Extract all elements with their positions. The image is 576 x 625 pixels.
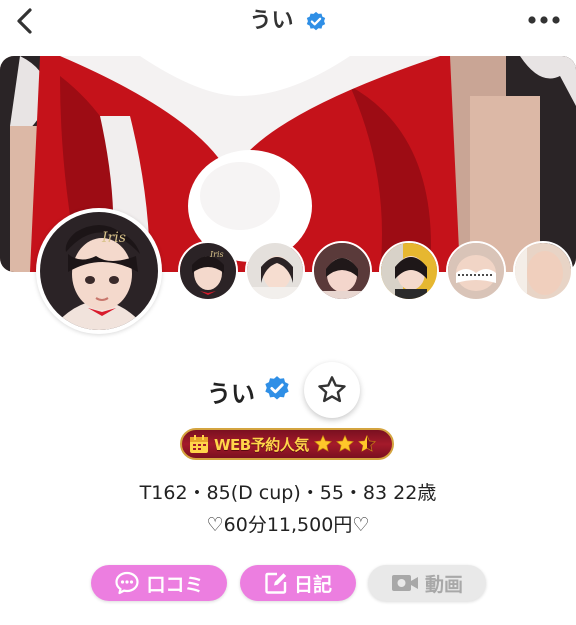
- star-filled-icon: [313, 434, 332, 452]
- edit-note-icon: [265, 572, 287, 594]
- verified-badge-icon: [265, 376, 289, 400]
- gallery-thumb-1[interactable]: Iris: [178, 241, 238, 301]
- badge-label: WEB予約人気: [214, 435, 309, 454]
- svg-text:Iris: Iris: [101, 230, 126, 246]
- profile-avatar[interactable]: Iris: [36, 208, 162, 334]
- star-outline-icon: [318, 376, 346, 403]
- review-button[interactable]: 口コミ: [91, 565, 227, 601]
- price-text: ♡60分11,500円♡: [206, 514, 370, 536]
- verified-icon: [306, 11, 325, 30]
- star-filled-icon: [335, 434, 354, 452]
- gallery-thumbnails: Iris: [178, 241, 576, 301]
- more-horizontal-icon: [528, 16, 560, 24]
- gallery-thumb-3[interactable]: [312, 241, 372, 301]
- video-camera-icon: [391, 575, 418, 591]
- video-button-label: 動画: [424, 573, 463, 596]
- profile-name-row: うい: [0, 362, 576, 418]
- calendar-icon: [190, 435, 208, 453]
- body-spec-text: T162・85(D cup)・55・83 22歳: [139, 482, 437, 504]
- diary-button-label: 日記: [293, 573, 332, 596]
- more-menu-button[interactable]: [524, 8, 564, 32]
- gallery-thumb-5[interactable]: [446, 241, 506, 301]
- gallery-thumb-4[interactable]: [379, 241, 439, 301]
- profile-photo: Iris: [40, 212, 158, 330]
- header-title-group: うい: [0, 6, 576, 36]
- video-button[interactable]: 動画: [368, 565, 486, 601]
- chat-bubble-icon: [115, 571, 140, 595]
- profile-name: うい: [207, 380, 255, 408]
- gallery-thumb-6[interactable]: [513, 241, 573, 301]
- web-reservation-popularity-badge: WEB予約人気: [180, 428, 394, 460]
- rating-stars: [313, 434, 379, 454]
- review-button-label: 口コミ: [146, 573, 204, 596]
- top-bar: うい: [0, 0, 576, 50]
- gallery-thumb-2[interactable]: [245, 241, 305, 301]
- svg-text:Iris: Iris: [209, 250, 224, 259]
- page-title: うい: [249, 8, 294, 34]
- diary-button[interactable]: 日記: [240, 565, 356, 601]
- star-half-icon: [357, 434, 376, 452]
- favorite-button[interactable]: [304, 362, 360, 418]
